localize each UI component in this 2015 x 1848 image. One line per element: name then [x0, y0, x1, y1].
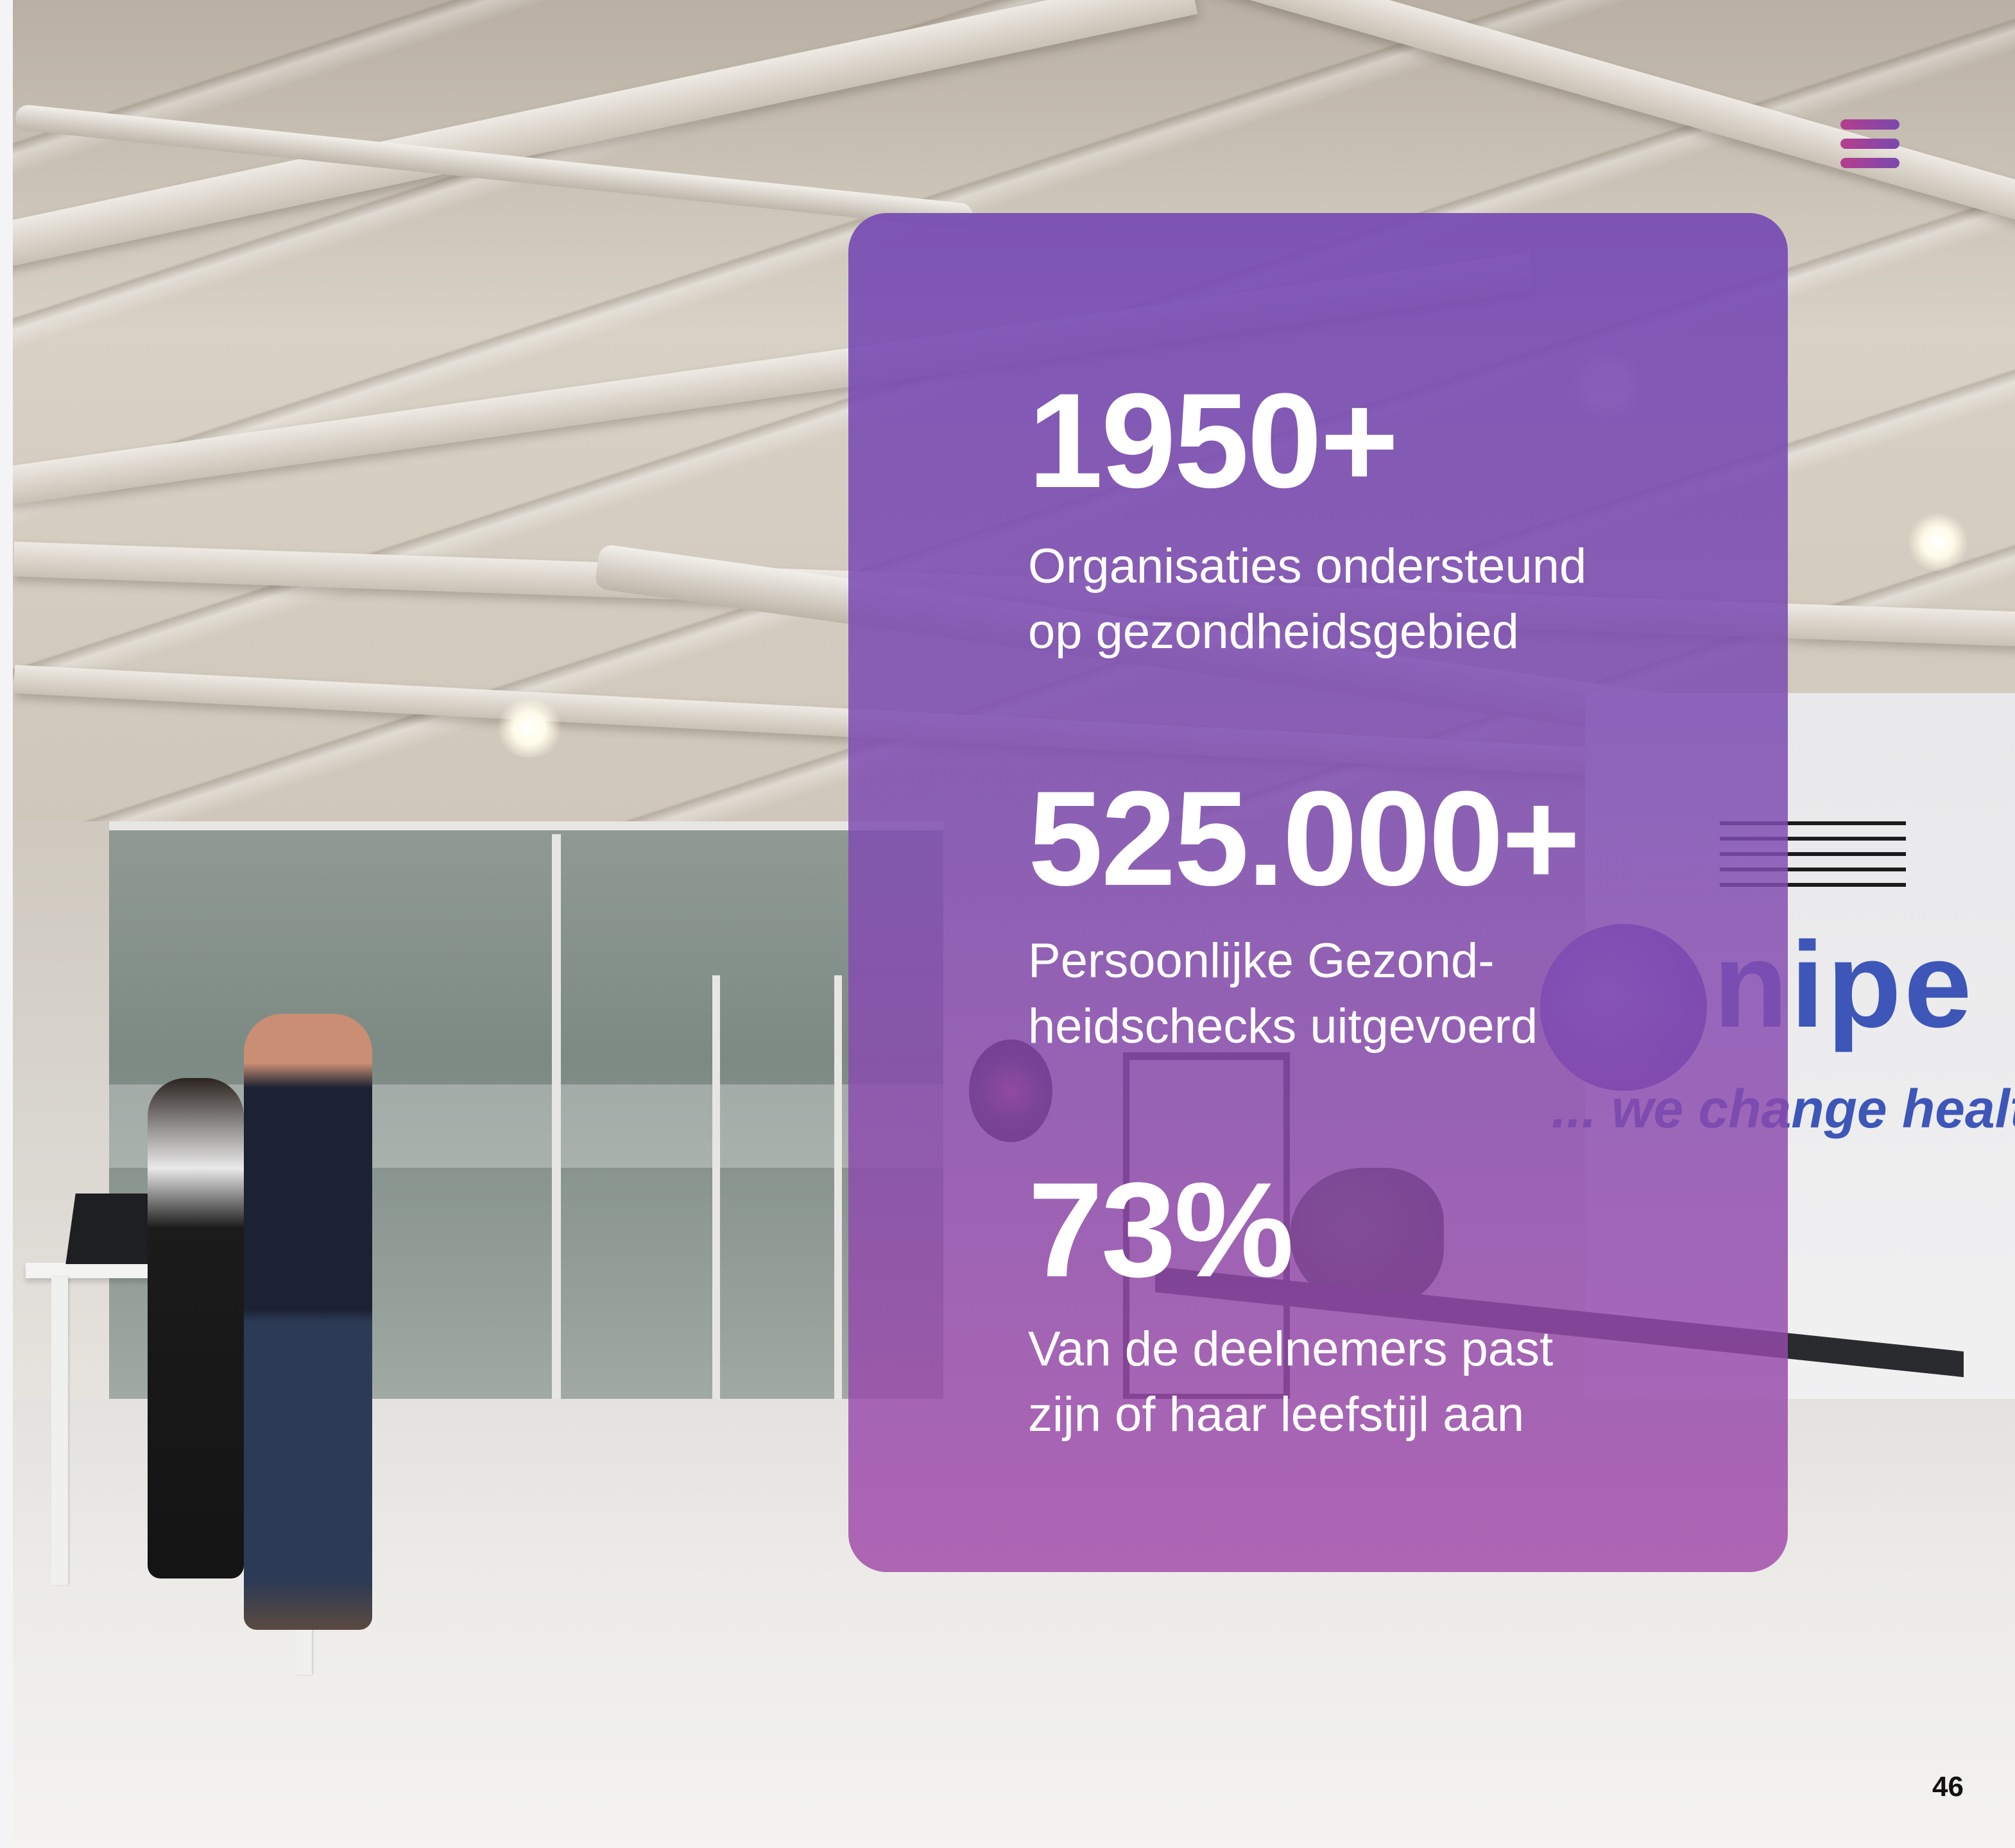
glass-frame — [109, 821, 943, 830]
hamburger-menu-icon-bar — [1840, 139, 1899, 149]
stat-healthchecks-label-line2: heidschecks uitgevoerd — [1028, 999, 1538, 1054]
stats-card: 1950+ Organisaties ondersteund op gezond… — [848, 213, 1788, 1572]
glass-frame — [834, 975, 842, 1399]
stat-healthchecks-value: 525.000+ — [1028, 763, 1581, 914]
person-woman — [148, 1078, 244, 1579]
ceiling-light — [494, 699, 565, 757]
stat-healthchecks-label-line1: Persoonlijke Gezond- — [1028, 934, 1495, 988]
menu-button[interactable] — [1840, 119, 1899, 168]
stat-lifestyle-label-line2: zijn of haar leefstijl aan — [1028, 1387, 1525, 1442]
desk-leg — [51, 1277, 68, 1585]
hamburger-menu-icon — [1840, 119, 1899, 130]
hamburger-menu-icon-bar — [1840, 158, 1899, 168]
page-number: 46 — [1932, 1771, 1964, 1802]
ceiling-light — [1906, 513, 1970, 571]
person-man — [244, 1014, 372, 1630]
glass-frame — [712, 975, 720, 1399]
glass-frame — [552, 834, 561, 1399]
stat-lifestyle-label-line1: Van de deelnemers past — [1028, 1322, 1554, 1376]
stat-organisations-label-line2: op gezondheidsgebied — [1028, 604, 1519, 659]
stat-organisations-value: 1950+ — [1028, 365, 1399, 516]
page-left-margin — [0, 0, 13, 1848]
stat-lifestyle-value: 73% — [1028, 1154, 1294, 1305]
stat-organisations-label-line1: Organisaties ondersteund — [1028, 539, 1587, 594]
